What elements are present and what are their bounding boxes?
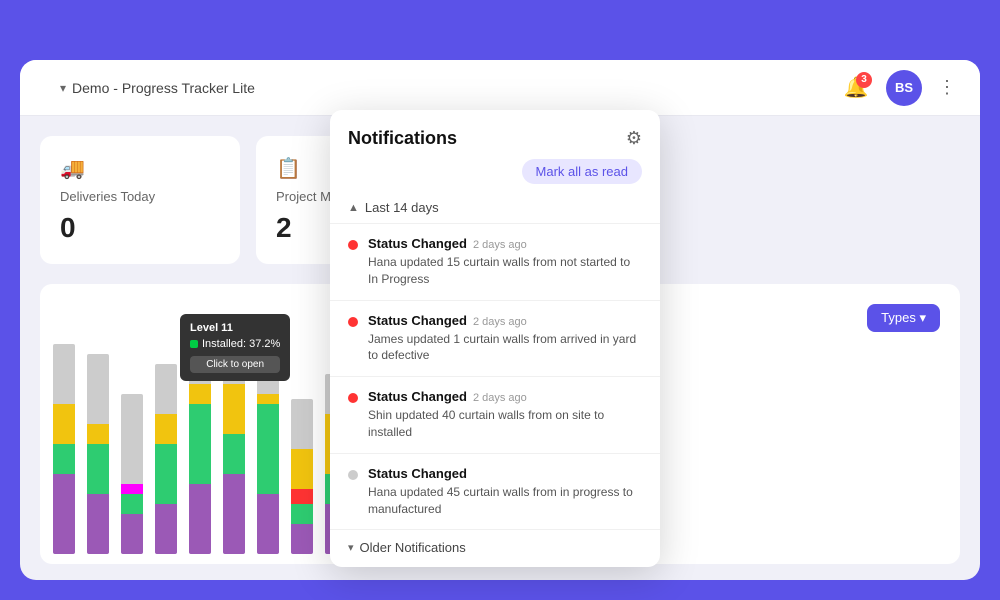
bar-segment-0-3 (53, 344, 75, 404)
deliveries-value: 0 (60, 212, 220, 244)
bar-segment-7-2 (291, 489, 313, 504)
older-notifications-header[interactable]: ▾ Older Notifications (330, 529, 660, 567)
notification-dot-3 (348, 470, 358, 480)
notification-time-1: 2 days ago (473, 316, 527, 328)
bar-segment-0-1 (53, 444, 75, 474)
notification-badge: 3 (856, 72, 872, 88)
bar-group-0[interactable] (50, 344, 78, 554)
notifications-panel: Notifications ⚙ Mark all as read ▲ Last … (330, 110, 660, 567)
mark-all-button[interactable]: Mark all as read (522, 159, 642, 184)
bar-segment-5-2 (223, 384, 245, 434)
bar-group-7[interactable] (288, 399, 316, 554)
app-title: Demo - Progress Tracker Lite (72, 80, 255, 96)
deliveries-label: Deliveries Today (60, 189, 220, 204)
bar-segment-3-0 (155, 504, 177, 554)
section-header-14days[interactable]: ▲ Last 14 days (330, 194, 660, 223)
bar-segment-6-2 (257, 394, 279, 404)
bar-segment-3-1 (155, 444, 177, 504)
bar-group-3[interactable] (152, 364, 180, 554)
delivery-icon: 🚚 (60, 156, 220, 181)
tooltip-cta-button[interactable]: Click to open (190, 356, 280, 373)
older-chevron-icon: ▾ (348, 541, 354, 554)
bar-stack-4 (189, 354, 211, 554)
notification-dot-0 (348, 240, 358, 250)
header: ▾ Demo - Progress Tracker Lite 🔔 3 BS ⋮ (20, 60, 980, 116)
bar-stack-0 (53, 344, 75, 554)
notification-time-2: 2 days ago (473, 392, 527, 404)
notification-time-0: 2 days ago (473, 239, 527, 251)
bar-segment-2-3 (121, 394, 143, 484)
notification-dot-1 (348, 317, 358, 327)
bar-group-6[interactable] (254, 374, 282, 554)
avatar[interactable]: BS (886, 70, 922, 106)
notification-item-3[interactable]: Status Changed Hana updated 45 curtain w… (330, 453, 660, 530)
section-chevron-icon: ▲ (348, 202, 359, 214)
notification-title-0: Status Changed 2 days ago (368, 236, 642, 251)
deliveries-today-card: 🚚 Deliveries Today 0 (40, 136, 240, 264)
notification-title-2: Status Changed 2 days ago (368, 389, 642, 404)
tooltip-level: Level 11 (190, 322, 280, 334)
bar-segment-3-3 (155, 364, 177, 414)
bar-group-1[interactable] (84, 354, 112, 554)
bar-stack-2 (121, 394, 143, 554)
notification-item-1[interactable]: Status Changed 2 days ago James updated … (330, 300, 660, 377)
bar-segment-1-3 (87, 354, 109, 424)
bar-segment-6-1 (257, 404, 279, 494)
bar-segment-4-1 (189, 404, 211, 484)
bar-segment-1-0 (87, 494, 109, 554)
bar-segment-6-0 (257, 494, 279, 554)
notification-item-2[interactable]: Status Changed 2 days ago Shin updated 4… (330, 376, 660, 453)
notification-dot-2 (348, 393, 358, 403)
notification-title-3: Status Changed (368, 466, 642, 481)
bar-segment-7-0 (291, 524, 313, 554)
notification-body-3: Hana updated 45 curtain walls from in pr… (368, 484, 642, 518)
bar-segment-7-4 (291, 399, 313, 449)
bar-group-4[interactable] (186, 354, 214, 554)
older-label: Older Notifications (360, 540, 466, 555)
app-title-bar: ▾ Demo - Progress Tracker Lite (60, 80, 255, 96)
bar-segment-5-1 (223, 434, 245, 474)
more-icon[interactable]: ⋮ (934, 73, 960, 102)
notification-body-1: James updated 1 curtain walls from arriv… (368, 331, 642, 365)
bar-segment-0-0 (53, 474, 75, 554)
bar-segment-2-2 (121, 484, 143, 494)
bar-segment-5-0 (223, 474, 245, 554)
notification-title-1: Status Changed 2 days ago (368, 313, 642, 328)
bar-segment-2-1 (121, 494, 143, 514)
notification-content-3: Status Changed Hana updated 45 curtain w… (368, 466, 642, 518)
section-label: Last 14 days (365, 200, 439, 215)
bar-stack-6 (257, 374, 279, 554)
bar-segment-2-0 (121, 514, 143, 554)
chart-tooltip: Level 11 Installed: 37.2% Click to open (180, 314, 290, 381)
notification-content-2: Status Changed 2 days ago Shin updated 4… (368, 389, 642, 441)
bar-stack-3 (155, 364, 177, 554)
bar-stack-1 (87, 354, 109, 554)
tooltip-dot (190, 340, 198, 348)
bar-segment-4-2 (189, 384, 211, 404)
bar-segment-3-2 (155, 414, 177, 444)
notifications-header: Notifications ⚙ (330, 110, 660, 159)
bar-group-2[interactable] (118, 394, 146, 554)
tooltip-installed-label: Installed: 37.2% (202, 338, 280, 350)
title-chevron: ▾ (60, 81, 66, 95)
bar-segment-1-1 (87, 444, 109, 494)
notification-content-1: Status Changed 2 days ago James updated … (368, 313, 642, 365)
notification-body-2: Shin updated 40 curtain walls from on si… (368, 407, 642, 441)
notifications-title: Notifications (348, 128, 457, 149)
notification-content-0: Status Changed 2 days ago Hana updated 1… (368, 236, 642, 288)
notification-item-0[interactable]: Status Changed 2 days ago Hana updated 1… (330, 223, 660, 300)
notification-body-0: Hana updated 15 curtain walls from not s… (368, 254, 642, 288)
bar-stack-7 (291, 399, 313, 554)
gear-icon[interactable]: ⚙ (626, 128, 642, 149)
bar-segment-7-1 (291, 504, 313, 524)
bar-segment-7-3 (291, 449, 313, 489)
bar-segment-1-2 (87, 424, 109, 444)
bar-segment-0-2 (53, 404, 75, 444)
notification-button[interactable]: 🔔 3 (838, 70, 874, 106)
types-button[interactable]: Types ▾ (867, 304, 940, 332)
tooltip-installed: Installed: 37.2% (190, 338, 280, 350)
mark-all-row: Mark all as read (330, 159, 660, 194)
bar-segment-4-0 (189, 484, 211, 554)
